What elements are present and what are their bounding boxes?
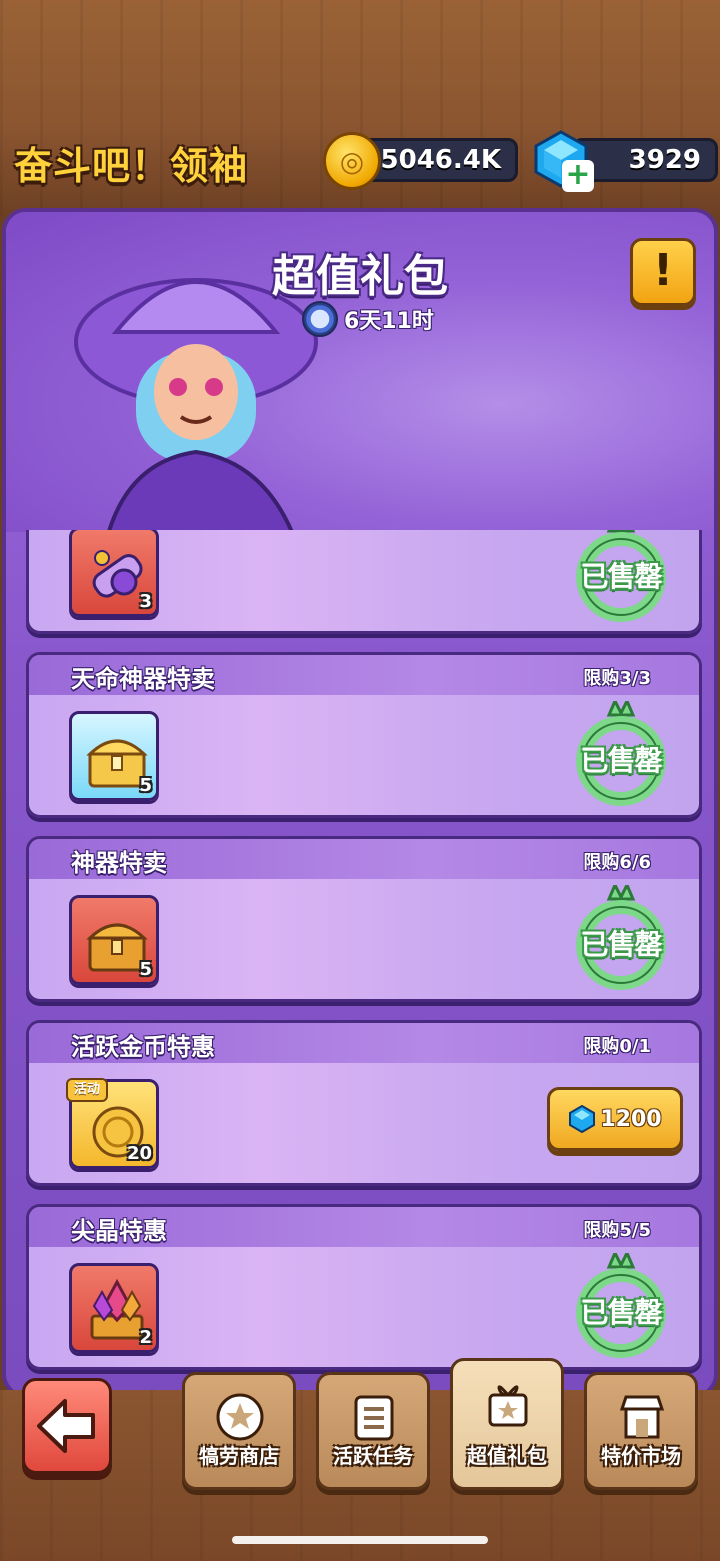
item-count: 5 (139, 959, 152, 980)
panel-title: 超值礼包 (272, 251, 448, 302)
pack-title: 尖晶特惠 (71, 1217, 167, 1245)
gem-icon (569, 1105, 596, 1133)
task-list-icon (354, 1395, 394, 1441)
tab-label: 犒劳商店 (199, 1444, 279, 1468)
coin-amount: 5046.4K (380, 145, 501, 175)
home-indicator[interactable] (232, 1536, 488, 1544)
timer-text: 6天11时 (344, 309, 434, 334)
pack-card: 尖晶特惠 限购5/5 2 已售罄 (26, 1204, 702, 1370)
pack-card: 天命神器特卖 限购3/3 5 已售罄 (26, 652, 702, 818)
coin-counter[interactable]: 5046.4K (360, 138, 518, 182)
pack-title: 天命神器特卖 (71, 665, 215, 693)
tab-label: 活跃任务 (333, 1444, 413, 1468)
pack-list[interactable]: 3 已售罄 天命神器特卖 限购3/3 5 已售罄 神器特卖 限购6/6 5 已售… (6, 530, 714, 1394)
pack-title: 活跃金币特惠 (71, 1033, 215, 1061)
item-count: 3 (139, 591, 152, 612)
item-count: 5 (139, 775, 152, 796)
sold-out-label: 已售罄 (580, 928, 662, 961)
price-label: 1200 (600, 1106, 662, 1132)
purchase-limit: 限购0/1 (583, 1036, 651, 1057)
pack-card: 活跃金币特惠 限购0/1 活动 20 1200 (26, 1020, 702, 1186)
buy-button[interactable]: 1200 (547, 1087, 683, 1151)
pack-item[interactable]: 3 (69, 530, 159, 617)
sold-out-label: 已售罄 (580, 560, 662, 593)
tab-active-tasks[interactable]: 活跃任务 (316, 1372, 430, 1490)
clock-icon (302, 301, 338, 337)
pack-card: 3 已售罄 (26, 530, 702, 634)
sold-out-label: 已售罄 (580, 1296, 662, 1329)
pack-item[interactable]: 5 (69, 711, 159, 801)
sold-out-stamp: 已售罄 (573, 697, 669, 811)
purchase-limit: 限购6/6 (583, 852, 651, 873)
pack-item[interactable]: 2 (69, 1263, 159, 1353)
info-button[interactable]: ! (630, 238, 696, 306)
pack-item[interactable]: 活动 20 (66, 1078, 159, 1169)
tab-label: 超值礼包 (467, 1444, 547, 1468)
purchase-limit: 限购5/5 (583, 1220, 651, 1241)
sold-out-label: 已售罄 (580, 744, 662, 777)
pack-title: 神器特卖 (71, 849, 167, 877)
gift-box-icon (488, 1385, 528, 1427)
tab-reward-shop[interactable]: 犒劳商店 (182, 1372, 296, 1490)
pack-item[interactable]: 5 (69, 895, 159, 985)
gem-amount: 3929 (628, 145, 701, 175)
market-stall-icon (619, 1395, 665, 1439)
sold-out-stamp: 已售罄 (573, 530, 669, 627)
back-button[interactable] (22, 1378, 112, 1474)
reward-shop-icon (216, 1393, 264, 1441)
add-gems-button[interactable]: + (562, 160, 594, 192)
sold-out-stamp: 已售罄 (573, 1249, 669, 1363)
item-count: 2 (139, 1327, 152, 1348)
purchase-limit: 限购3/3 (583, 668, 651, 689)
sold-out-stamp: 已售罄 (573, 881, 669, 995)
tab-discount-market[interactable]: 特价市场 (584, 1372, 698, 1490)
event-tag: 活动 (66, 1078, 109, 1102)
value-pack-panel: 超值礼包 6天11时 ! 3 已售罄 天命神器特卖 限购3/3 5 已售罄 神器… (2, 208, 718, 1398)
game-title: 奋斗吧！领袖 (14, 144, 249, 188)
tab-value-packs[interactable]: 超值礼包 (450, 1358, 564, 1490)
item-count: 20 (126, 1143, 152, 1164)
coin-icon: ◎ (323, 132, 381, 190)
pack-card: 神器特卖 限购6/6 5 已售罄 (26, 836, 702, 1002)
countdown-timer: 6天11时 (302, 300, 434, 338)
tab-label: 特价市场 (601, 1444, 681, 1468)
arrow-left-icon (37, 1399, 95, 1453)
